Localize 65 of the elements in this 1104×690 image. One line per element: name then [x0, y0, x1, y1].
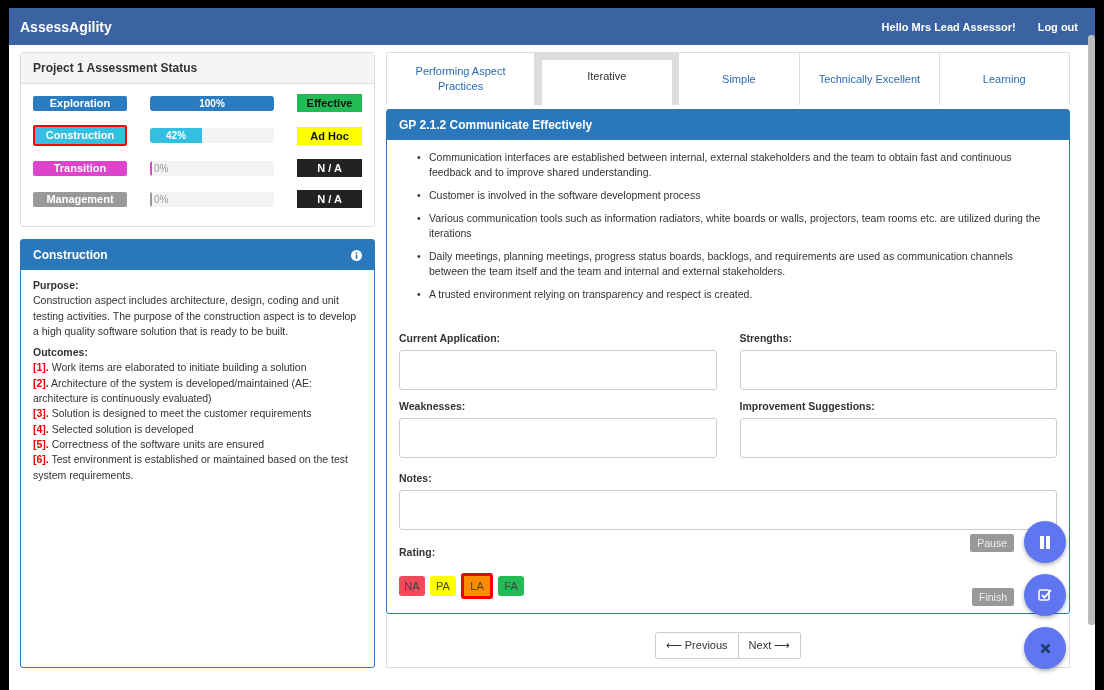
tooltip: Pause: [970, 534, 1014, 552]
rating-label: Effective: [297, 94, 362, 112]
bullet-mark: •: [417, 211, 422, 226]
logout-link[interactable]: Log out: [1037, 20, 1078, 33]
section-label: Purpose:: [33, 278, 80, 293]
field-label: Current Application:: [399, 332, 502, 344]
bullet-text: Communication interfaces are established between internal, external stakeholders and the team to obtain fast and continuous feedback and to improve shared understanding.: [429, 150, 1013, 180]
aspect-label[interactable]: Transition: [33, 160, 127, 176]
previous-button[interactable]: ⟵ Previous: [654, 632, 739, 659]
progress-text: 0%: [154, 161, 169, 176]
close-icon: [1039, 642, 1051, 654]
bullet-mark: •: [417, 150, 422, 165]
field-label: Strengths:: [739, 332, 793, 344]
close-button[interactable]: [1024, 627, 1066, 669]
field-label: Notes:: [398, 472, 433, 484]
outcome-text: [6]. Test environment is established or maintained based on the test system requirements.: [33, 452, 349, 483]
tooltip: Finish: [972, 588, 1014, 606]
bullet-text: Customer is involved in the software development process: [429, 188, 702, 203]
bullet-mark: •: [417, 249, 422, 264]
finish-button[interactable]: [1024, 574, 1066, 616]
progress-text: 42%: [166, 129, 187, 142]
rating-label: Ad Hoc: [297, 126, 362, 145]
panel-title: Project 1 Assessment Status: [21, 53, 374, 84]
bullet-text: Various communication tools such as information radiators, white boards or walls, projectors, team rooms etc. are utilized during the iterations: [429, 211, 1042, 241]
next-button[interactable]: Next ⟶: [738, 632, 802, 659]
outcome-text: [2]. Architecture of the system is developed/maintained (AE: architecture is continuously evaluated): [33, 375, 313, 407]
greeting-text: Hello Mrs Lead Assessor!: [881, 20, 1016, 33]
pause-icon: [1039, 535, 1051, 549]
tab[interactable]: Technically Excellent: [800, 53, 940, 105]
bullet-text: Daily meetings, planning meetings, progress status boards, backlogs, and requirements are used as communication channels between the team itself and the team and internal and external stakeholders.: [429, 249, 1014, 279]
outcome-text: [3]. Solution is designed to meet the customer requirements: [33, 406, 313, 422]
bullet-text: A trusted environment relying on transparency and respect is created.: [429, 287, 754, 302]
rating-label: N / A: [297, 190, 362, 208]
checkbox-icon: [1038, 588, 1052, 602]
tab[interactable]: Performing Aspect Practices: [387, 53, 536, 105]
panel-title: Construction: [33, 248, 108, 262]
tab[interactable]: Learning: [939, 53, 1069, 105]
field-label: Rating:: [398, 546, 437, 558]
brand-name[interactable]: AssessAgility: [20, 18, 882, 35]
text-area[interactable]: [739, 418, 1057, 458]
progress-text: 100%: [199, 96, 225, 110]
rating-label: N / A: [297, 159, 362, 177]
purpose-text: Construction aspect includes architecture, design, coding and unit testing activities. The purpose of the construction aspect is to develop a high quality software solution that is ready to be built.: [33, 293, 358, 339]
info-icon[interactable]: [351, 249, 362, 261]
rating-button[interactable]: LA: [461, 573, 493, 599]
outcome-text: [1]. Work items are elaborated to initiate building a solution: [33, 360, 308, 376]
section-label: Outcomes:: [33, 345, 89, 361]
text-area[interactable]: [739, 350, 1057, 390]
scrollbar[interactable]: [1088, 35, 1095, 625]
pause-button[interactable]: [1024, 521, 1066, 563]
rating-button[interactable]: FA: [498, 576, 524, 596]
outcome-text: [5]. Correctness of the software units are ensured: [33, 436, 266, 452]
notes-area[interactable]: [399, 490, 1057, 530]
bullet-mark: •: [417, 287, 422, 302]
aspect-label[interactable]: Exploration: [33, 95, 127, 111]
bullet-mark: •: [417, 188, 422, 203]
panel-title: GP 2.1.2 Communicate Effectively: [387, 110, 1069, 140]
text-area[interactable]: [399, 418, 717, 458]
field-label: Weaknesses:: [399, 400, 467, 412]
outcome-text: [4]. Selected solution is developed: [33, 421, 195, 437]
progress-text: 0%: [154, 192, 169, 207]
rating-button[interactable]: PA: [430, 576, 456, 596]
tab[interactable]: Simple: [678, 53, 801, 105]
text-area[interactable]: [399, 350, 717, 390]
field-label: Improvement Suggestions:: [739, 400, 876, 412]
